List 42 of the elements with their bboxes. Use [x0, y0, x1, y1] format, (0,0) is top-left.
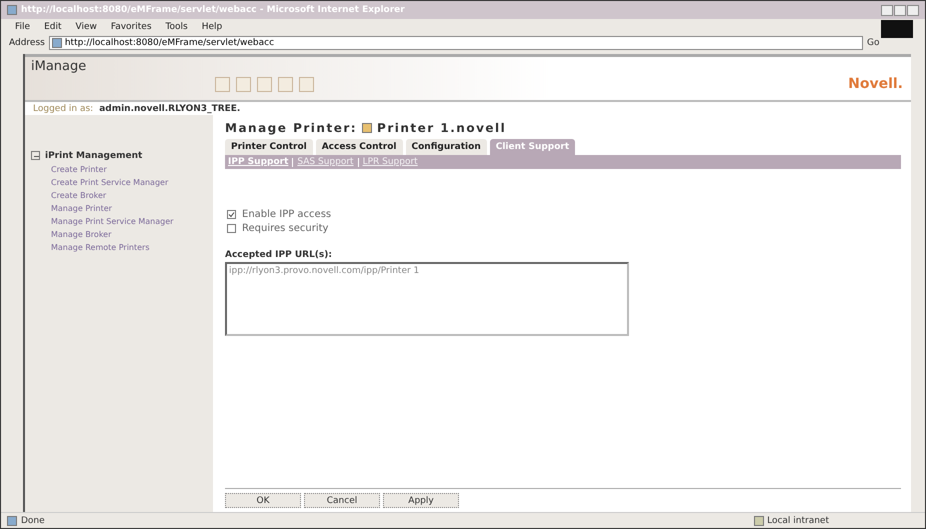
object-name: Printer 1.novell	[377, 121, 506, 135]
login-user: admin.novell.RLYON3_TREE.	[99, 104, 240, 114]
address-label: Address	[9, 38, 45, 48]
sidebar-group[interactable]: iPrint Management	[45, 151, 142, 161]
maximize-button[interactable]	[894, 4, 906, 16]
urls-label: Accepted IPP URL(s):	[225, 250, 333, 260]
checkbox[interactable]	[227, 224, 236, 233]
close-button[interactable]	[907, 4, 919, 16]
menu-item[interactable]: Tools	[166, 22, 188, 32]
brand-logo: Novell.	[848, 76, 903, 92]
dialog-button[interactable]: Apply	[383, 493, 459, 508]
sidebar-link[interactable]: Manage Printer	[31, 204, 213, 213]
menu-item[interactable]: Favorites	[110, 22, 152, 32]
collapse-icon[interactable]	[31, 151, 40, 160]
page-heading: Manage Printer:	[225, 121, 358, 135]
menu-item[interactable]: Edit	[44, 22, 62, 32]
sidebar-link[interactable]: Manage Print Service Manager	[31, 217, 213, 226]
status-text: Done	[21, 516, 45, 526]
tab[interactable]: Configuration	[406, 139, 487, 155]
sidebar-link[interactable]: Manage Remote Printers	[31, 243, 213, 252]
go-button[interactable]: Go	[867, 38, 917, 48]
tab[interactable]: Printer Control	[225, 139, 313, 155]
menu-item[interactable]: File	[15, 22, 30, 32]
sidebar-link[interactable]: Create Broker	[31, 191, 213, 200]
window-title: http://localhost:8080/eMFrame/servlet/webacc - Microsoft Internet Explorer	[21, 5, 405, 15]
dialog-button[interactable]: Cancel	[304, 493, 380, 508]
address-field[interactable]: http://localhost:8080/eMFrame/servlet/webacc	[48, 36, 863, 50]
urls-field[interactable]: ipp://rlyon3.provo.novell.com/ipp/Printer 1	[225, 262, 629, 336]
sidebar-link[interactable]: Create Printer	[31, 165, 213, 174]
login-label: Logged in as:	[33, 104, 94, 114]
menu-item[interactable]: View	[76, 22, 97, 32]
minimize-button[interactable]	[881, 4, 893, 16]
app-title: iManage	[30, 58, 88, 76]
zone-text: Local intranet	[767, 516, 829, 526]
sidebar-link[interactable]: Create Print Service Manager	[31, 178, 213, 187]
tab[interactable]: Access Control	[316, 139, 403, 155]
dialog-button[interactable]: OK	[225, 493, 301, 508]
checkbox-label: Enable IPP access	[242, 209, 332, 220]
checkbox[interactable]	[227, 210, 236, 219]
sidebar-link[interactable]: Manage Broker	[31, 230, 213, 239]
menu-item[interactable]: Help	[202, 22, 222, 32]
checkbox-label: Requires security	[242, 223, 328, 234]
